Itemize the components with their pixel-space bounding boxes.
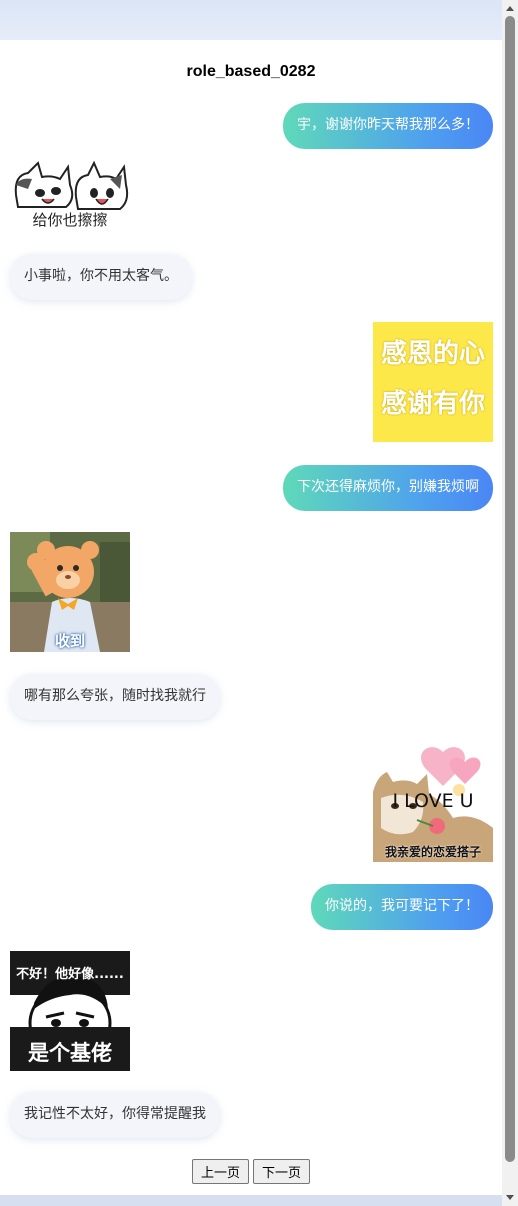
sticker-line-1: 感恩的心 <box>380 339 485 369</box>
love-cat-sticker: I LOVE U 我亲爱的恋爱搭子 <box>373 742 493 862</box>
bottom-background-band <box>0 1195 502 1206</box>
sticker-top-text: I LOVE U <box>392 790 474 812</box>
message-bubble-sent: 宇，谢谢你昨天帮我那么多！ <box>283 103 493 149</box>
vertical-scrollbar[interactable] <box>502 0 518 1206</box>
sticker-caption: 我亲爱的恋爱搭子 <box>384 845 481 859</box>
sticker-caption: 收到 <box>54 632 85 650</box>
cartoon-face-sticker: 不好！他好像...... 是个基佬 <box>10 951 130 1071</box>
sticker-caption: 给你也擦擦 <box>32 211 108 229</box>
scroll-thumb[interactable] <box>505 16 515 1162</box>
message-bubble-sent: 你说的，我可要记下了！ <box>311 884 493 930</box>
sticker-caption: 是个基佬 <box>28 1041 112 1065</box>
scroll-up-arrow-icon[interactable] <box>506 6 514 11</box>
gratitude-text-sticker: 感恩的心 感谢有你 <box>373 322 493 442</box>
pagination: 上一页 下一页 <box>0 1159 502 1184</box>
chat-page: role_based_0282 宇，谢谢你昨天帮我那么多！ 给你也擦擦 小事啦，… <box>0 40 502 1195</box>
next-page-button[interactable]: 下一页 <box>253 1159 311 1184</box>
sticker-top-text: 不好！他好像...... <box>16 967 124 982</box>
bear-mascot-sticker: 收到 <box>10 532 130 652</box>
message-bubble-received: 小事啦，你不用太客气。 <box>10 254 192 300</box>
cats-wiping-sticker: 给你也擦擦 <box>10 155 130 235</box>
sticker-line-2: 感谢有你 <box>380 389 485 419</box>
message-bubble-sent: 下次还得麻烦你，别嫌我烦啊 <box>283 465 493 511</box>
page-title: role_based_0282 <box>186 63 316 80</box>
prev-page-button[interactable]: 上一页 <box>191 1159 249 1184</box>
top-background-band <box>0 0 502 40</box>
scroll-down-arrow-icon[interactable] <box>506 1195 514 1200</box>
message-bubble-received: 我记性不太好，你得常提醒我 <box>10 1092 220 1138</box>
message-bubble-received: 哪有那么夸张，随时找我就行 <box>10 674 220 720</box>
